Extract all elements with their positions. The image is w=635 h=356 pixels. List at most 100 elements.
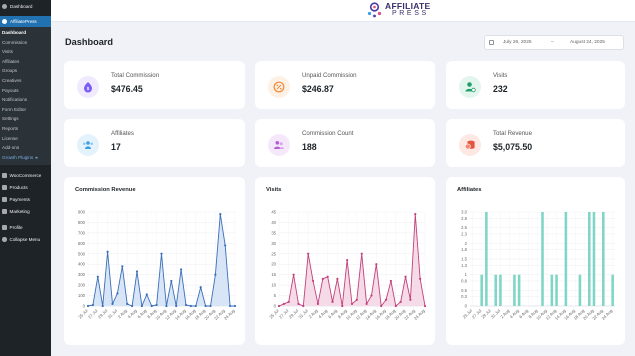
stat-card-commission-count: Commission Count 188 bbox=[255, 119, 435, 167]
bar bbox=[541, 212, 544, 306]
marketing-icon bbox=[2, 209, 7, 214]
stat-card-unpaid-commission: Unpaid Commission $246.87 bbox=[255, 61, 435, 109]
date-start[interactable]: July 26, 2025 bbox=[503, 40, 532, 45]
submenu-reports[interactable]: Reports bbox=[0, 124, 51, 134]
date-range-picker[interactable]: July 26, 2025 – August 24, 2025 bbox=[484, 35, 624, 50]
stat-label: Visits bbox=[493, 72, 508, 79]
y-tick-label: 25 bbox=[271, 251, 276, 256]
growth-arrow-icon: ⏶ bbox=[34, 154, 39, 160]
data-point bbox=[229, 304, 232, 308]
data-point bbox=[140, 304, 143, 308]
sidebar-item-collapse[interactable]: Collapse Menu bbox=[0, 233, 51, 245]
sidebar-item-label: Payments bbox=[9, 196, 30, 202]
data-point bbox=[302, 304, 305, 308]
bar bbox=[602, 212, 605, 306]
sidebar-item-payments[interactable]: Payments bbox=[0, 193, 51, 205]
x-tick-label: 4 Aug bbox=[127, 308, 139, 320]
bar bbox=[592, 212, 596, 306]
submenu-creatives[interactable]: Creatives bbox=[0, 76, 51, 86]
x-tick-label: 29 Jul bbox=[97, 308, 108, 319]
y-tick-label: 30 bbox=[271, 241, 276, 246]
brand-line1: AFFILIATE bbox=[385, 0, 431, 11]
submenu-form-editor[interactable]: Form Editor bbox=[0, 105, 51, 115]
stat-value: 17 bbox=[111, 142, 121, 152]
stat-card-total-revenue: Total Revenue $5,075.50 bbox=[446, 119, 625, 167]
y-tick-label: 0 bbox=[465, 304, 468, 309]
stat-card-visits: Visits 232 bbox=[446, 61, 625, 109]
y-tick-label: 2.8 bbox=[461, 216, 467, 221]
sidebar-item-profile[interactable]: Profile bbox=[0, 221, 51, 233]
data-point bbox=[160, 252, 163, 255]
submenu-visits[interactable]: Visits bbox=[0, 47, 51, 57]
sidebar-item-woocommerce[interactable]: WooCommerce bbox=[0, 169, 51, 181]
submenu-groups[interactable]: Groups bbox=[0, 66, 51, 76]
sidebar-item-dashboard[interactable]: Dashboard bbox=[0, 0, 51, 12]
y-tick-label: 15 bbox=[271, 272, 276, 277]
data-point bbox=[326, 275, 329, 278]
bar bbox=[517, 274, 521, 306]
sidebar-item-label: Products bbox=[9, 184, 28, 190]
y-tick-label: 1 bbox=[465, 272, 468, 277]
stat-label: Total Revenue bbox=[493, 130, 532, 137]
x-tick-label: 31 Jul bbox=[107, 308, 118, 319]
sidebar-item-products[interactable]: Products bbox=[0, 181, 51, 193]
calendar-icon bbox=[489, 40, 494, 45]
data-point bbox=[336, 277, 339, 280]
y-tick-label: 0.8 bbox=[461, 278, 467, 283]
submenu-payouts[interactable]: Payouts bbox=[0, 86, 51, 96]
data-point bbox=[331, 300, 334, 303]
stat-label: Commission Count bbox=[302, 130, 354, 137]
y-tick-label: 20 bbox=[271, 262, 276, 267]
x-tick-label: 27 Jul bbox=[471, 308, 482, 319]
y-tick-label: 1.3 bbox=[461, 263, 467, 268]
data-point bbox=[199, 286, 202, 289]
bar bbox=[550, 274, 554, 306]
data-point bbox=[321, 277, 324, 280]
submenu-growth-plugins[interactable]: Growth Plugins ⏶ bbox=[0, 153, 51, 163]
submenu-settings[interactable]: Settings bbox=[0, 114, 51, 124]
data-point bbox=[404, 275, 407, 278]
data-point bbox=[106, 250, 109, 253]
submenu-dashboard[interactable]: Dashboard bbox=[0, 28, 51, 38]
submenu-commission[interactable]: Commission bbox=[0, 38, 51, 48]
affiliatepress-logo: AFFILIATE PRESS bbox=[367, 1, 431, 18]
brand-line2: PRESS bbox=[392, 9, 429, 17]
x-tick-label: 2 Aug bbox=[308, 308, 320, 320]
stat-value: 188 bbox=[302, 142, 317, 152]
sidebar-item-label: WooCommerce bbox=[9, 172, 42, 178]
y-tick-label: 0.3 bbox=[461, 294, 467, 299]
growth-plugins-label: Growth Plugins bbox=[2, 154, 34, 160]
collapse-icon bbox=[2, 237, 7, 242]
x-tick-label: 2 Aug bbox=[117, 308, 129, 320]
y-tick-label: 1.5 bbox=[461, 257, 467, 262]
y-tick-label: 3.0 bbox=[461, 210, 467, 215]
chart-card-commission-revenue: Commission Revenue 0 100 200 300 400 500 600 70… bbox=[64, 177, 245, 345]
submenu-notifications[interactable]: Notifications bbox=[0, 95, 51, 105]
bar bbox=[611, 274, 614, 306]
data-point bbox=[297, 302, 300, 306]
submenu-affiliates[interactable]: Affiliates bbox=[0, 57, 51, 67]
data-point bbox=[116, 292, 119, 295]
affiliates-group-icon bbox=[77, 134, 99, 156]
y-tick-label: 0 bbox=[83, 304, 86, 309]
submenu-add-ons[interactable]: Add-ons bbox=[0, 143, 51, 153]
sidebar-item-marketing[interactable]: Marketing bbox=[0, 205, 51, 217]
x-tick-label: 25 Jul bbox=[77, 308, 88, 319]
data-point bbox=[214, 273, 217, 276]
data-point bbox=[287, 300, 290, 303]
data-point bbox=[307, 252, 310, 255]
y-tick-label: 45 bbox=[271, 210, 276, 215]
sidebar-item-label: Marketing bbox=[9, 208, 30, 214]
data-point bbox=[131, 304, 134, 308]
sidebar-item-affiliatepress[interactable]: AffiliatePress bbox=[0, 16, 51, 27]
date-end[interactable]: August 24, 2025 bbox=[570, 40, 605, 45]
x-tick-label: 31 Jul bbox=[297, 308, 308, 319]
submenu-license[interactable]: License bbox=[0, 134, 51, 144]
y-tick-label: 10 bbox=[271, 283, 276, 288]
dollar-tag-icon: $ bbox=[77, 76, 99, 98]
woocommerce-icon bbox=[2, 173, 7, 178]
data-point bbox=[91, 303, 94, 307]
y-tick-label: 900 bbox=[78, 210, 86, 215]
sidebar-submenu: Dashboard Commission Visits Affiliates G… bbox=[0, 27, 51, 166]
stat-label: Affiliates bbox=[111, 130, 134, 137]
